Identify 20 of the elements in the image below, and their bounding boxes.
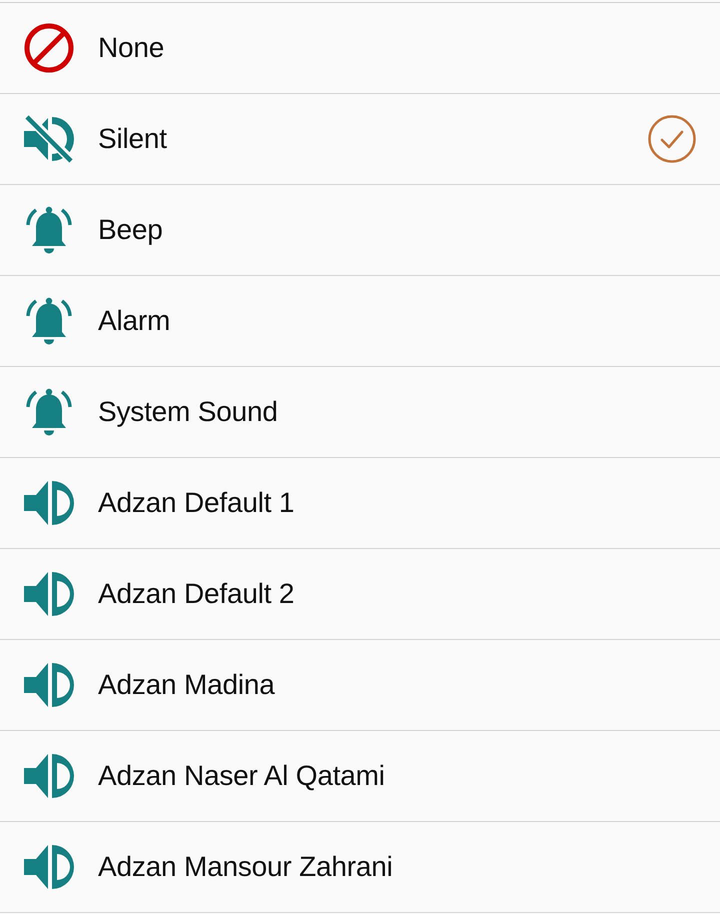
prohibited-icon	[24, 23, 74, 73]
sound-option[interactable]: Adzan Mansour Zahrani	[0, 822, 720, 913]
bell-icon	[24, 387, 74, 437]
speaker-icon	[24, 660, 74, 710]
sound-option[interactable]: Adzan Naser Al Qatami	[0, 731, 720, 822]
speaker-icon	[24, 751, 74, 801]
sound-option[interactable]: Adzan Default 2	[0, 549, 720, 640]
sound-option[interactable]: Beep	[0, 185, 720, 276]
bell-icon	[24, 205, 74, 255]
sound-option[interactable]: Silent	[0, 94, 720, 185]
speaker-icon	[24, 842, 74, 892]
sound-option[interactable]: System Sound	[0, 367, 720, 458]
sound-option[interactable]: Alarm	[0, 276, 720, 367]
sound-option[interactable]: Adzan Default 1	[0, 458, 720, 549]
bell-icon	[24, 296, 74, 346]
speaker-icon	[24, 478, 74, 528]
muted-speaker-icon	[24, 114, 74, 164]
sound-option[interactable]: None	[0, 3, 720, 94]
sound-option[interactable]: Adzan Madina	[0, 640, 720, 731]
speaker-icon	[24, 569, 74, 619]
